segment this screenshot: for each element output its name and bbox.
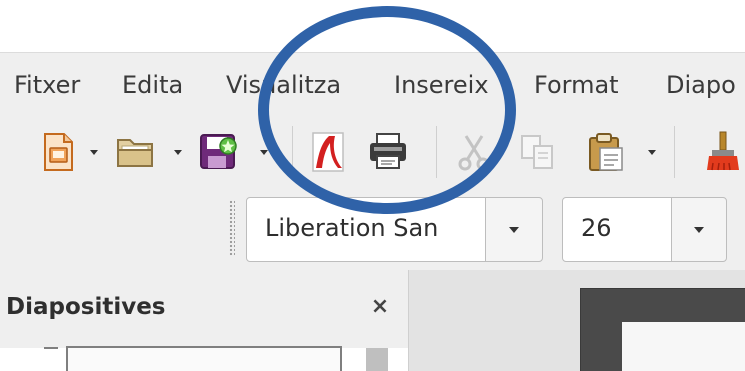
- open-dropdown-arrow[interactable]: [172, 146, 184, 158]
- toolbar-grip[interactable]: [229, 200, 235, 256]
- toolbar-separator: [436, 126, 437, 178]
- window-top-strip: [0, 0, 745, 52]
- menu-format[interactable]: Format: [534, 71, 619, 99]
- slides-scrollbar[interactable]: [366, 348, 388, 371]
- toolbar-separator: [292, 126, 293, 178]
- font-size-combo[interactable]: 26: [562, 197, 672, 262]
- save-icon[interactable]: [196, 130, 240, 174]
- font-size-value: 26: [581, 214, 612, 242]
- new-document-icon[interactable]: [36, 130, 80, 174]
- font-name-combo[interactable]: Liberation San: [246, 197, 486, 262]
- toolbar-separator: [674, 126, 675, 178]
- font-name-value: Liberation San: [265, 214, 439, 242]
- paste-dropdown-arrow[interactable]: [646, 146, 658, 158]
- slides-panel-title: Diapositives: [6, 294, 166, 320]
- menu-edita[interactable]: Edita: [122, 71, 183, 99]
- impress-window: Fitxer Edita Visualitza Insereix Format …: [0, 0, 745, 371]
- clone-formatting-icon[interactable]: [700, 130, 744, 174]
- new-dropdown-arrow[interactable]: [88, 146, 100, 158]
- standard-toolbar: [0, 114, 745, 190]
- menu-visualitza[interactable]: Visualitza: [226, 71, 341, 99]
- font-size-dropdown-button[interactable]: [671, 197, 727, 262]
- menu-diapositiva[interactable]: Diapo: [666, 71, 736, 99]
- menu-bar: Fitxer Edita Visualitza Insereix Format …: [0, 52, 745, 115]
- save-dropdown-arrow[interactable]: [258, 146, 270, 158]
- cut-icon[interactable]: [452, 130, 496, 174]
- menu-fitxer[interactable]: Fitxer: [14, 71, 80, 99]
- cut-off-toolbar-glyph: [734, 214, 745, 244]
- export-pdf-icon[interactable]: [306, 130, 350, 174]
- print-icon[interactable]: [366, 130, 410, 174]
- font-name-dropdown-button[interactable]: [485, 197, 543, 262]
- menu-insereix[interactable]: Insereix: [394, 71, 489, 99]
- copy-icon[interactable]: [516, 130, 560, 174]
- slide-canvas[interactable]: [622, 322, 745, 371]
- open-folder-icon[interactable]: [114, 130, 158, 174]
- slide-number-marker: [44, 347, 58, 349]
- close-icon[interactable]: ×: [370, 294, 390, 319]
- paste-icon[interactable]: [584, 130, 628, 174]
- slide-thumbnail[interactable]: [66, 346, 342, 371]
